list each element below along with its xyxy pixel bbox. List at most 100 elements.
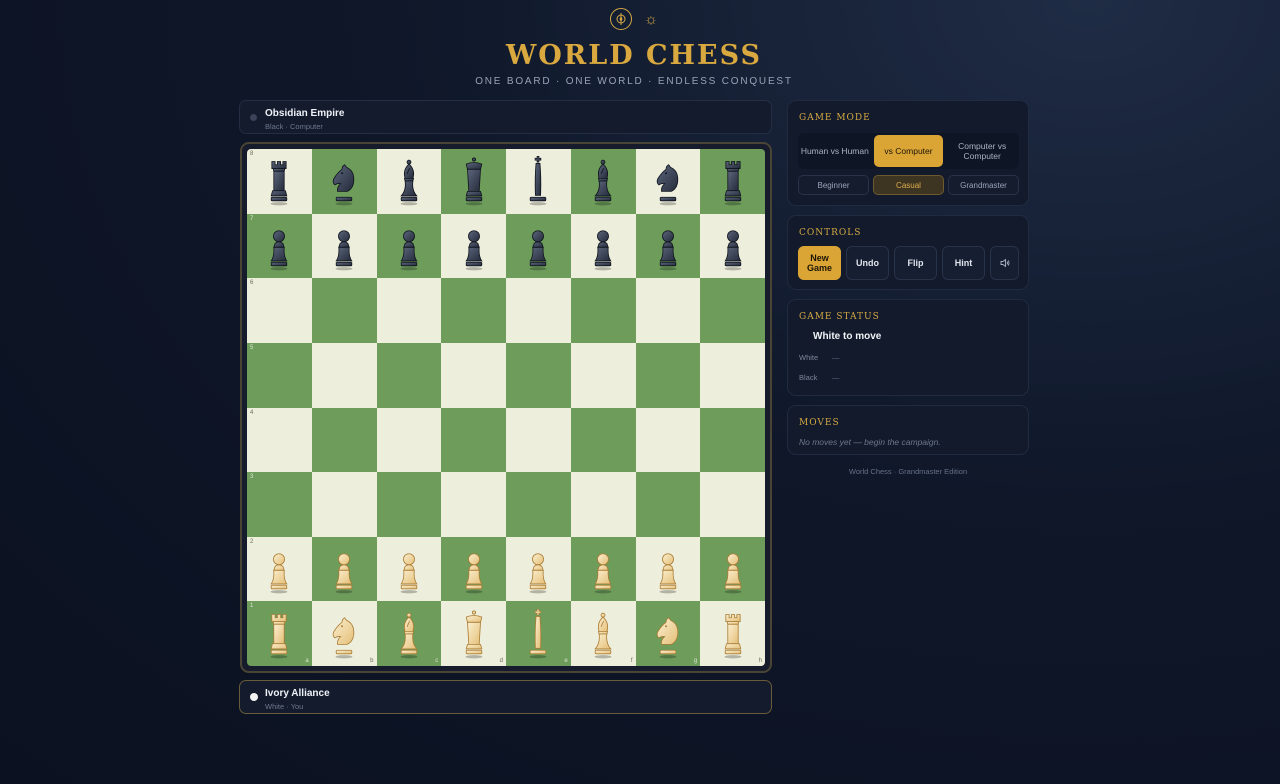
square-f5[interactable] xyxy=(570,342,636,408)
black-knight-piece[interactable] xyxy=(327,155,361,207)
black-pawn-piece[interactable] xyxy=(457,220,491,272)
square-f2[interactable] xyxy=(570,536,636,602)
square-c6[interactable] xyxy=(376,278,442,343)
square-h2[interactable] xyxy=(700,536,765,602)
white-bishop-piece[interactable] xyxy=(586,608,620,660)
square-c7[interactable] xyxy=(376,213,442,279)
difficulty-grandmaster-button[interactable]: Grandmaster xyxy=(948,175,1019,195)
hint-button[interactable]: Hint xyxy=(942,246,985,280)
square-h8[interactable] xyxy=(700,149,765,214)
white-queen-piece[interactable] xyxy=(457,608,491,660)
difficulty-beginner-button[interactable]: Beginner xyxy=(798,175,869,195)
square-d6[interactable] xyxy=(441,278,506,343)
square-h1[interactable]: h xyxy=(700,601,765,666)
white-pawn-piece[interactable] xyxy=(327,543,361,595)
square-e4[interactable] xyxy=(506,407,571,473)
square-f7[interactable] xyxy=(570,213,636,279)
new-game-button[interactable]: New Game xyxy=(798,246,841,280)
mode-vs-computer-button[interactable]: vs Computer xyxy=(873,135,944,167)
square-g4[interactable] xyxy=(635,407,701,473)
white-bishop-piece[interactable] xyxy=(392,608,426,660)
square-b4[interactable] xyxy=(311,407,377,473)
square-a7[interactable]: 7 xyxy=(247,213,312,279)
undo-button[interactable]: Undo xyxy=(846,246,889,280)
white-pawn-piece[interactable] xyxy=(716,543,750,595)
square-b7[interactable] xyxy=(311,213,377,279)
white-rook-piece[interactable] xyxy=(262,608,296,660)
square-c4[interactable] xyxy=(376,407,442,473)
black-pawn-piece[interactable] xyxy=(327,220,361,272)
black-pawn-piece[interactable] xyxy=(521,220,555,272)
square-b8[interactable] xyxy=(311,149,377,214)
sun-icon[interactable]: ☼ xyxy=(640,8,662,30)
black-pawn-piece[interactable] xyxy=(651,220,685,272)
square-d7[interactable] xyxy=(441,213,506,279)
square-g3[interactable] xyxy=(635,472,701,537)
square-c8[interactable] xyxy=(376,149,442,214)
square-a2[interactable]: 2 xyxy=(247,536,312,602)
square-a4[interactable]: 4 xyxy=(247,407,312,473)
square-c1[interactable]: c xyxy=(376,601,442,666)
square-h6[interactable] xyxy=(700,278,765,343)
square-b3[interactable] xyxy=(311,472,377,537)
black-rook-piece[interactable] xyxy=(716,155,750,207)
white-pawn-piece[interactable] xyxy=(521,543,555,595)
square-e8[interactable] xyxy=(506,149,571,214)
square-h7[interactable] xyxy=(700,213,765,279)
square-c2[interactable] xyxy=(376,536,442,602)
black-pawn-piece[interactable] xyxy=(392,220,426,272)
square-g6[interactable] xyxy=(635,278,701,343)
square-d5[interactable] xyxy=(441,342,506,408)
square-e6[interactable] xyxy=(506,278,571,343)
square-d4[interactable] xyxy=(441,407,506,473)
white-knight-piece[interactable] xyxy=(327,608,361,660)
square-h4[interactable] xyxy=(700,407,765,473)
chess-board[interactable]: 8 7 6 5 4 3 2 1 a b c d e f g h xyxy=(247,149,765,666)
black-knight-piece[interactable] xyxy=(651,155,685,207)
square-c3[interactable] xyxy=(376,472,442,537)
difficulty-casual-button[interactable]: Casual xyxy=(873,175,944,195)
square-h5[interactable] xyxy=(700,342,765,408)
square-h3[interactable] xyxy=(700,472,765,537)
black-pawn-piece[interactable] xyxy=(586,220,620,272)
square-f6[interactable] xyxy=(570,278,636,343)
square-c5[interactable] xyxy=(376,342,442,408)
white-pawn-piece[interactable] xyxy=(586,543,620,595)
square-d3[interactable] xyxy=(441,472,506,537)
square-e7[interactable] xyxy=(506,213,571,279)
black-rook-piece[interactable] xyxy=(262,155,296,207)
square-a3[interactable]: 3 xyxy=(247,472,312,537)
flip-button[interactable]: Flip xyxy=(894,246,937,280)
black-bishop-piece[interactable] xyxy=(586,155,620,207)
white-pawn-piece[interactable] xyxy=(262,543,296,595)
white-pawn-piece[interactable] xyxy=(651,543,685,595)
white-knight-piece[interactable] xyxy=(651,608,685,660)
square-e1[interactable]: e xyxy=(506,601,571,666)
white-pawn-piece[interactable] xyxy=(392,543,426,595)
square-f1[interactable]: f xyxy=(570,601,636,666)
square-b5[interactable] xyxy=(311,342,377,408)
square-f8[interactable] xyxy=(570,149,636,214)
sound-button[interactable] xyxy=(990,246,1019,280)
mode-computer-vs-computer-button[interactable]: Computer vs Computer xyxy=(947,135,1017,167)
white-pawn-piece[interactable] xyxy=(457,543,491,595)
square-e2[interactable] xyxy=(506,536,571,602)
black-queen-piece[interactable] xyxy=(457,155,491,207)
square-a5[interactable]: 5 xyxy=(247,342,312,408)
square-a1[interactable]: 1a xyxy=(247,601,312,666)
square-d1[interactable]: d xyxy=(441,601,506,666)
square-g8[interactable] xyxy=(635,149,701,214)
square-d2[interactable] xyxy=(441,536,506,602)
square-b1[interactable]: b xyxy=(311,601,377,666)
black-pawn-piece[interactable] xyxy=(262,220,296,272)
white-king-piece[interactable] xyxy=(521,608,555,660)
black-king-piece[interactable] xyxy=(521,155,555,207)
square-e3[interactable] xyxy=(506,472,571,537)
square-a8[interactable]: 8 xyxy=(247,149,312,214)
square-g7[interactable] xyxy=(635,213,701,279)
square-f3[interactable] xyxy=(570,472,636,537)
square-a6[interactable]: 6 xyxy=(247,278,312,343)
black-bishop-piece[interactable] xyxy=(392,155,426,207)
square-e5[interactable] xyxy=(506,342,571,408)
square-b2[interactable] xyxy=(311,536,377,602)
